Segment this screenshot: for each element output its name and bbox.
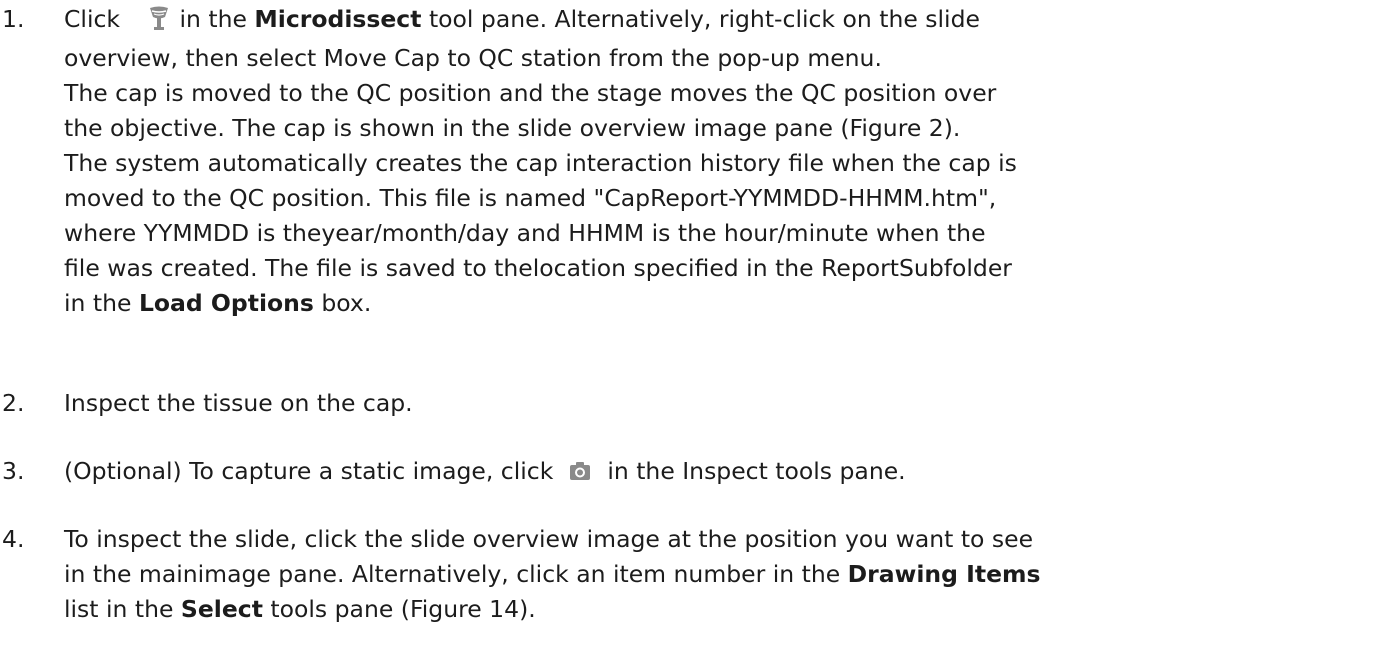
step-1-line-7: where YYMMDD is theyear/month/day and HH… xyxy=(64,219,986,247)
step-1-line-4: the objective. The cap is shown in the s… xyxy=(64,114,961,142)
bold-term: Load Options xyxy=(138,289,314,317)
step-4-line-3: list in the Select tools pane (Figure 14… xyxy=(64,595,536,623)
bold-term: Drawing Items xyxy=(847,560,1041,588)
step-1-line-2: overview, then select Move Cap to QC sta… xyxy=(64,44,882,72)
step-1-body: Click in the Microdissect tool pane. Alt… xyxy=(64,2,1378,321)
step-1-line-9: in the Load Options box. xyxy=(64,289,372,317)
bold-term: Microdissect xyxy=(254,5,422,33)
step-number: 1. xyxy=(2,5,25,33)
step-1-line-6: moved to the QC position. This file is n… xyxy=(64,184,997,212)
document-page: 1. Click in the Microdissect tool pane. … xyxy=(0,0,1382,656)
step-1-line-1: Click in the Microdissect tool pane. Alt… xyxy=(64,2,1378,41)
step-number: 3. xyxy=(2,457,25,485)
cap-qc-icon xyxy=(148,5,170,41)
step-4-body: To inspect the slide, click the slide ov… xyxy=(64,522,1378,627)
step-3-body: (Optional) To capture a static image, cl… xyxy=(64,454,1378,492)
step-4-line-1: To inspect the slide, click the slide ov… xyxy=(64,525,1034,553)
step-1-line-5: The system automatically creates the cap… xyxy=(64,149,1017,177)
camera-icon xyxy=(569,457,591,492)
step-2-line-1: Inspect the tissue on the cap. xyxy=(64,389,413,417)
step-1-line-3: The cap is moved to the QC position and … xyxy=(64,79,997,107)
step-number: 4. xyxy=(2,525,25,553)
step-number: 2. xyxy=(2,389,25,417)
step-3-line-1: (Optional) To capture a static image, cl… xyxy=(64,454,1378,492)
step-2-body: Inspect the tissue on the cap. xyxy=(64,386,1378,421)
bold-term: Select xyxy=(180,595,263,623)
step-1-line-8: file was created. The file is saved to t… xyxy=(64,254,1012,282)
step-4-line-2: in the mainimage pane. Alternatively, cl… xyxy=(64,560,1041,588)
